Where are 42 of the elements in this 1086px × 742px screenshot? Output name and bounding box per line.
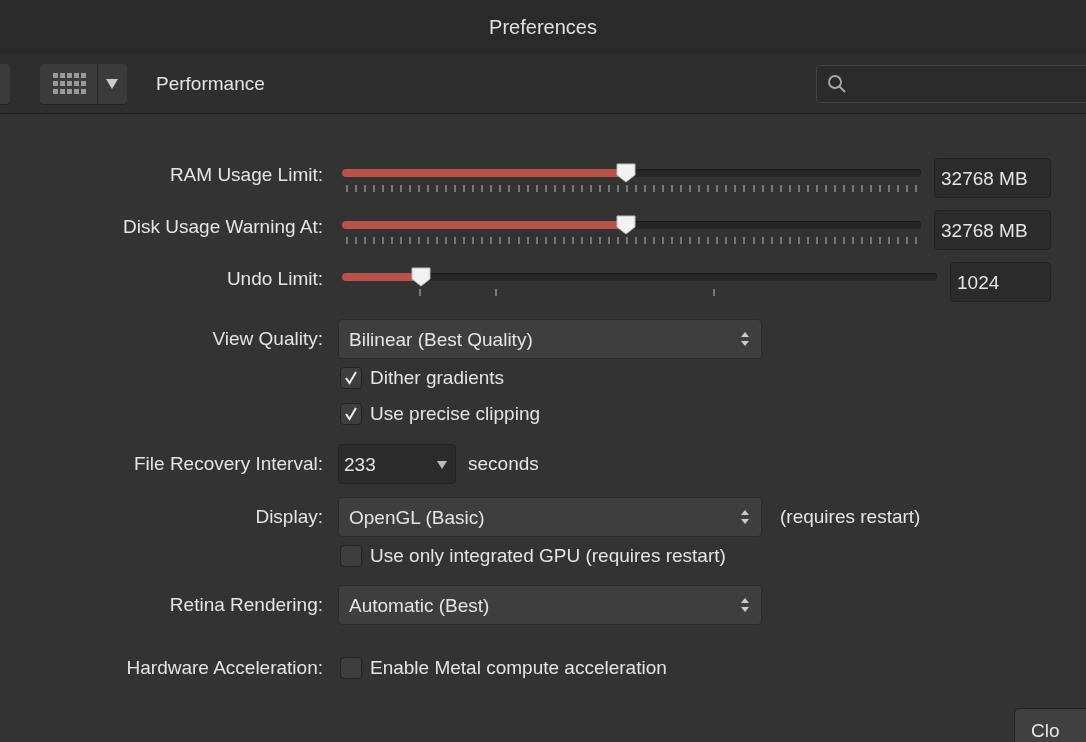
value-field[interactable]: 1024 (950, 262, 1051, 302)
unit-label: seconds (468, 453, 539, 475)
section-title: Performance (156, 72, 265, 95)
combo-box[interactable]: 233 (338, 444, 456, 484)
checkbox-label[interactable]: Use only integrated GPU (requires restart) (370, 545, 726, 567)
checkbox[interactable] (340, 403, 362, 425)
checkbox[interactable] (340, 545, 362, 567)
checkbox-label[interactable]: Use precise clipping (370, 403, 541, 425)
setting-label: Hardware Acceleration: (126, 657, 323, 678)
checkmark-icon (343, 406, 359, 422)
slider-thumb[interactable] (615, 215, 636, 235)
view-picker-button[interactable] (40, 63, 127, 104)
note-text: (requires restart) (780, 506, 921, 528)
checkbox[interactable] (340, 657, 362, 679)
window-title: Preferences (489, 15, 597, 39)
checkbox-label[interactable]: Enable Metal compute acceleration (370, 657, 667, 679)
setting-label: RAM Usage Limit: (169, 164, 323, 185)
checkbox-label[interactable]: Dither gradients (370, 367, 505, 389)
dropdown[interactable]: OpenGL (Basic) (338, 497, 762, 537)
checkmark-icon (343, 370, 359, 386)
dropdown[interactable]: Bilinear (Best Quality) (338, 319, 762, 359)
stepper-arrows-icon (741, 332, 749, 346)
checkbox[interactable] (340, 367, 362, 389)
setting-label: View Quality: (212, 328, 323, 349)
setting-label: Disk Usage Warning At: (123, 216, 323, 237)
dropdown-triangle-icon (437, 461, 447, 469)
slider-thumb[interactable] (411, 267, 432, 287)
stepper-arrows-icon (741, 510, 749, 524)
value-field[interactable]: 32768 MB (934, 158, 1051, 198)
setting-label: Display: (255, 506, 323, 527)
stepper-arrows-icon (741, 598, 749, 612)
search-field[interactable] (816, 64, 1086, 103)
setting-label: Retina Rendering: (169, 594, 323, 615)
grid-icon (53, 71, 87, 96)
setting-label: File Recovery Interval: (134, 453, 323, 474)
dropdown[interactable]: Automatic (Best) (338, 585, 762, 625)
slider-thumb[interactable] (615, 163, 636, 183)
close-button[interactable]: Clo (1014, 708, 1086, 742)
dropdown-triangle-icon (106, 78, 118, 89)
value-field[interactable]: 32768 MB (934, 210, 1051, 250)
setting-label: Undo Limit: (226, 268, 323, 289)
search-icon (827, 73, 847, 94)
